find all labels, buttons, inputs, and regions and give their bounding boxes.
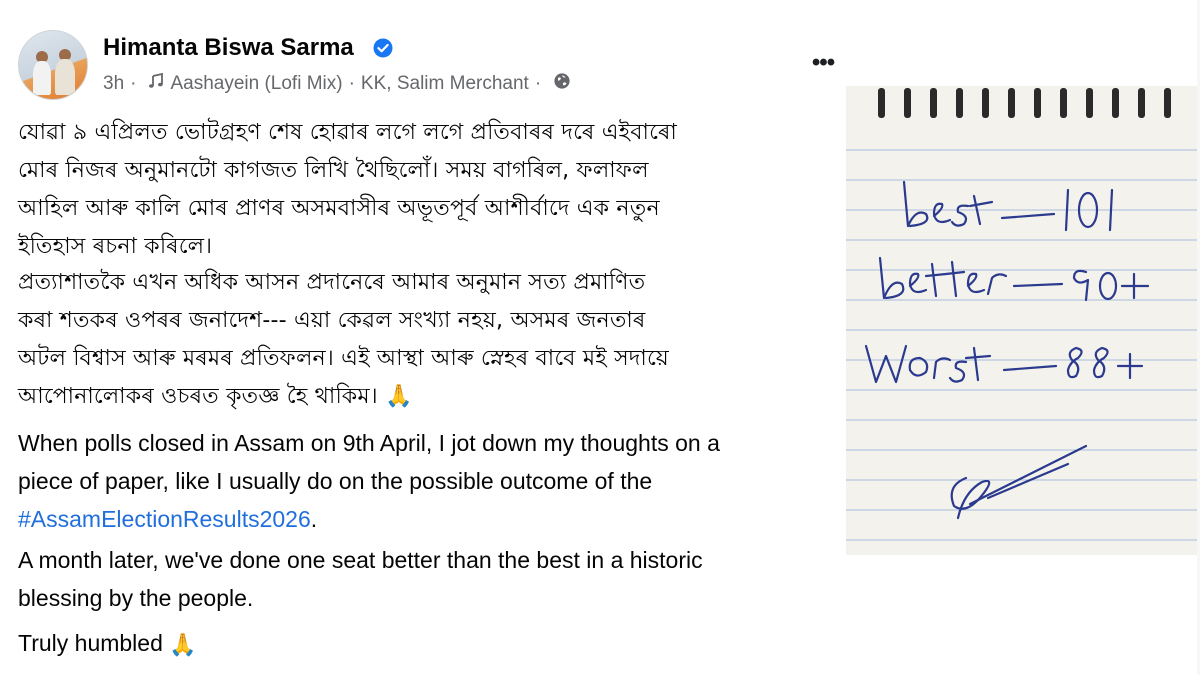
- song-artists[interactable]: KK, Salim Merchant: [361, 73, 529, 95]
- post-text-line: প্ৰত্যাশাতকৈ এখন অধিক আসন প্ৰদানেৰে আমাৰ…: [18, 270, 646, 295]
- post-text-line: blessing by the people.: [18, 585, 254, 611]
- avatar-person-1-body: [33, 61, 51, 95]
- post-text-line: কৰা শতকৰ ওপৰৰ জনাদেশ--- এয়া কেৱল সংখ্যা…: [18, 308, 646, 333]
- bengali-paragraph-1: যোৱা ৯ এপ্ৰিলত ভোটগ্ৰহণ শেষ হোৱাৰ লগে লগ…: [18, 114, 846, 266]
- post-text-line: আহিল আৰু কালি মোৰ প্ৰাণৰ অসমবাসীৰ অভূতপূ…: [18, 196, 660, 221]
- avatar-person-2-body: [55, 59, 75, 95]
- post-text-line: যোৱা ৯ এপ্ৰিলত ভোটগ্ৰহণ শেষ হোৱাৰ লগে লগ…: [18, 120, 677, 145]
- verified-badge-icon: [373, 38, 393, 58]
- post-text-line: মোৰ নিজৰ অনুমানটো কাগজত লিখি থৈছিলোঁ। সম…: [18, 158, 649, 183]
- meta-separator: ·: [534, 73, 542, 94]
- bengali-paragraph-2: প্ৰত্যাশাতকৈ এখন অধিক আসন প্ৰদানেৰে আমাৰ…: [18, 264, 846, 416]
- closing-line: Truly humbled 🙏: [18, 623, 846, 665]
- author-name[interactable]: Himanta Biswa Sarma: [103, 34, 354, 62]
- prayer-hands-emoji: 🙏: [169, 631, 197, 657]
- meta-separator: ·: [348, 73, 355, 94]
- song-title[interactable]: Aashayein (Lofi Mix): [170, 73, 342, 95]
- music-note-icon: [142, 72, 164, 95]
- post-meta: 3h · Aashayein (Lofi Mix) · KK, Salim Me…: [103, 72, 571, 96]
- post-text-line: A month later, we've done one seat bette…: [18, 547, 703, 573]
- more-options-button[interactable]: •••: [804, 48, 842, 78]
- meta-separator: ·: [130, 73, 137, 94]
- post-text-fragment: Truly humbled: [18, 630, 163, 656]
- post-text-line: #AssamElectionResults2026.: [18, 500, 846, 538]
- author-avatar[interactable]: [18, 30, 88, 100]
- english-paragraph-1: When polls closed in Assam on 9th April,…: [18, 424, 846, 538]
- post-text-line: When polls closed in Assam on 9th April,…: [18, 430, 720, 456]
- post-time[interactable]: 3h: [103, 73, 124, 95]
- post-text-line: আপোনালোকৰ ওচৰত কৃতজ্ঞ হৈ থাকিম। 🙏: [18, 378, 846, 416]
- post-text-line: অটল বিশ্বাস আৰু মৰমৰ প্ৰতিফলন। এই আস্থা …: [18, 346, 669, 371]
- globe-icon[interactable]: [547, 72, 571, 96]
- prayer-hands-emoji: 🙏: [385, 384, 413, 409]
- post-text-line: ইতিহাস ৰচনা কৰিলে।: [18, 234, 213, 259]
- post-text-fragment: আপোনালোকৰ ওচৰত কৃতজ্ঞ হৈ থাকিম।: [18, 384, 378, 409]
- post-text-line: piece of paper, like I usually do on the…: [18, 468, 653, 494]
- post-text-fragment: .: [310, 506, 318, 532]
- handwritten-note-photo[interactable]: [846, 86, 1197, 555]
- english-paragraph-2: A month later, we've done one seat bette…: [18, 541, 846, 617]
- hashtag-link[interactable]: #AssamElectionResults2026: [18, 506, 311, 532]
- facebook-post: Himanta Biswa Sarma 3h · Aashayein (Lofi…: [0, 0, 846, 675]
